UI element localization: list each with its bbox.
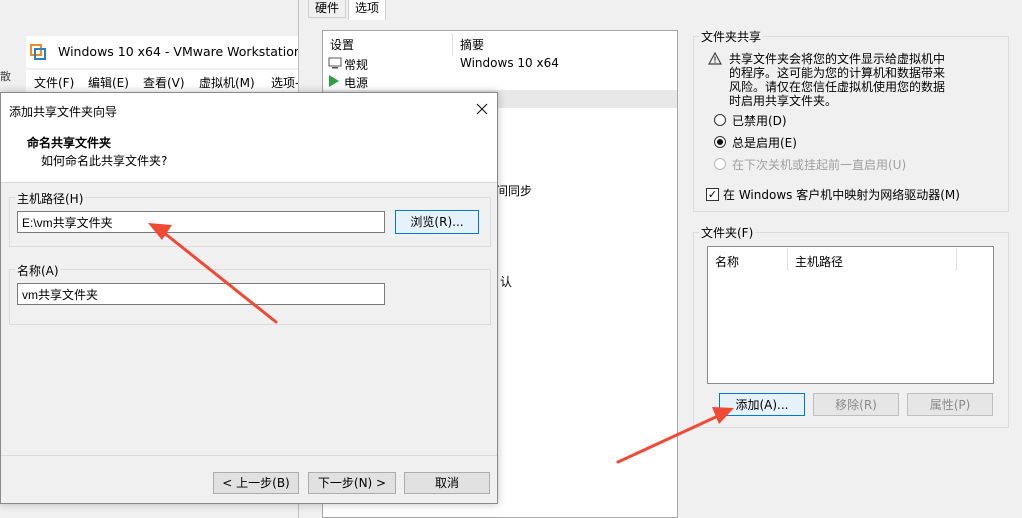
arrow-to-add-button: [616, 407, 734, 464]
arrow-to-host-path: [148, 223, 278, 324]
annotation-arrows: [148, 223, 734, 464]
